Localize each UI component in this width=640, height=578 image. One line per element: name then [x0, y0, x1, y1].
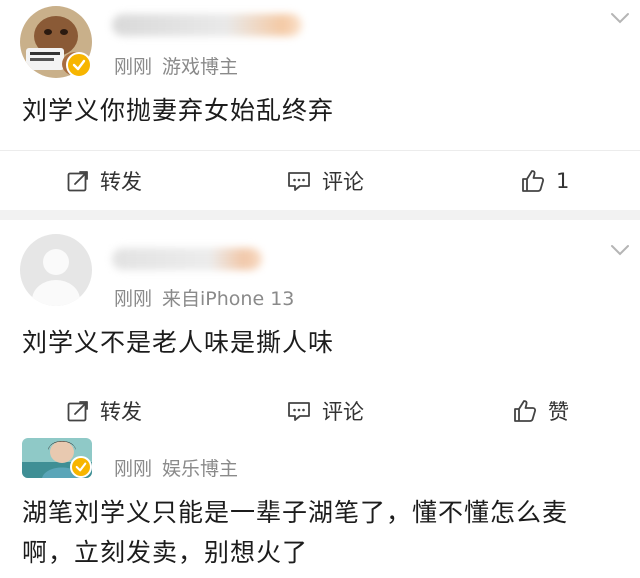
post-1: 刚刚 游戏博主 刘学义你抛妻弃女始乱终弃 转发 评论 1	[0, 0, 640, 210]
post-actions: 转发 评论 1	[0, 152, 640, 210]
post-source: 来自iPhone 13	[162, 288, 295, 310]
post-time: 刚刚	[114, 56, 153, 78]
post-meta: 刚刚 来自iPhone 13	[114, 284, 294, 311]
post-source: 游戏博主	[162, 56, 239, 78]
post-content-line-1: 湖笔刘学义只能是一辈子湖笔了，懂不懂怎么麦	[22, 498, 569, 527]
verified-badge-icon	[66, 52, 92, 78]
comment-button[interactable]: 评论	[286, 382, 364, 440]
post-content: 刘学义不是老人味是撕人味	[22, 328, 335, 357]
post-time: 刚刚	[114, 458, 153, 480]
username-blurred[interactable]	[112, 248, 262, 270]
post-content-line-2: 啊，立刻发卖，别想火了	[22, 538, 309, 567]
post-source: 娱乐博主	[162, 458, 239, 480]
thumbs-up-icon	[522, 170, 545, 192]
repost-label: 转发	[100, 400, 142, 424]
default-avatar-icon	[20, 234, 92, 306]
post-actions: 转发 评论 赞	[0, 382, 640, 440]
repost-icon	[67, 171, 88, 192]
verified-badge-icon	[70, 456, 92, 478]
username-blurred[interactable]	[112, 14, 302, 36]
like-count: 1	[556, 169, 570, 193]
comment-icon	[288, 402, 310, 421]
post-meta: 刚刚 游戏博主	[114, 52, 238, 79]
comment-button[interactable]: 评论	[286, 152, 364, 210]
comment-label: 评论	[322, 400, 364, 424]
repost-label: 转发	[100, 170, 142, 194]
post-time: 刚刚	[114, 288, 153, 310]
repost-button[interactable]: 转发	[66, 382, 142, 440]
avatar-default[interactable]	[20, 234, 92, 306]
like-button[interactable]: 赞	[512, 382, 569, 440]
post-2: 刚刚 来自iPhone 13 刘学义不是老人味是撕人味 转发 评论 赞	[0, 220, 640, 440]
thumbs-up-icon	[514, 400, 537, 422]
like-button[interactable]: 1	[520, 152, 569, 210]
chevron-down-icon[interactable]	[610, 244, 630, 256]
section-divider	[0, 210, 640, 220]
comment-icon	[288, 172, 310, 191]
actions-divider	[0, 150, 640, 151]
post-content: 刘学义你抛妻弃女始乱终弃	[22, 96, 335, 125]
post-3: 刚刚 娱乐博主 湖笔刘学义只能是一辈子湖笔了，懂不懂怎么麦 啊，立刻发卖，别想火了	[0, 436, 640, 578]
like-label: 赞	[548, 400, 569, 424]
post-meta: 刚刚 娱乐博主	[114, 454, 238, 481]
repost-button[interactable]: 转发	[66, 152, 142, 210]
chevron-down-icon[interactable]	[610, 12, 630, 24]
comment-label: 评论	[322, 170, 364, 194]
repost-icon	[67, 401, 88, 422]
